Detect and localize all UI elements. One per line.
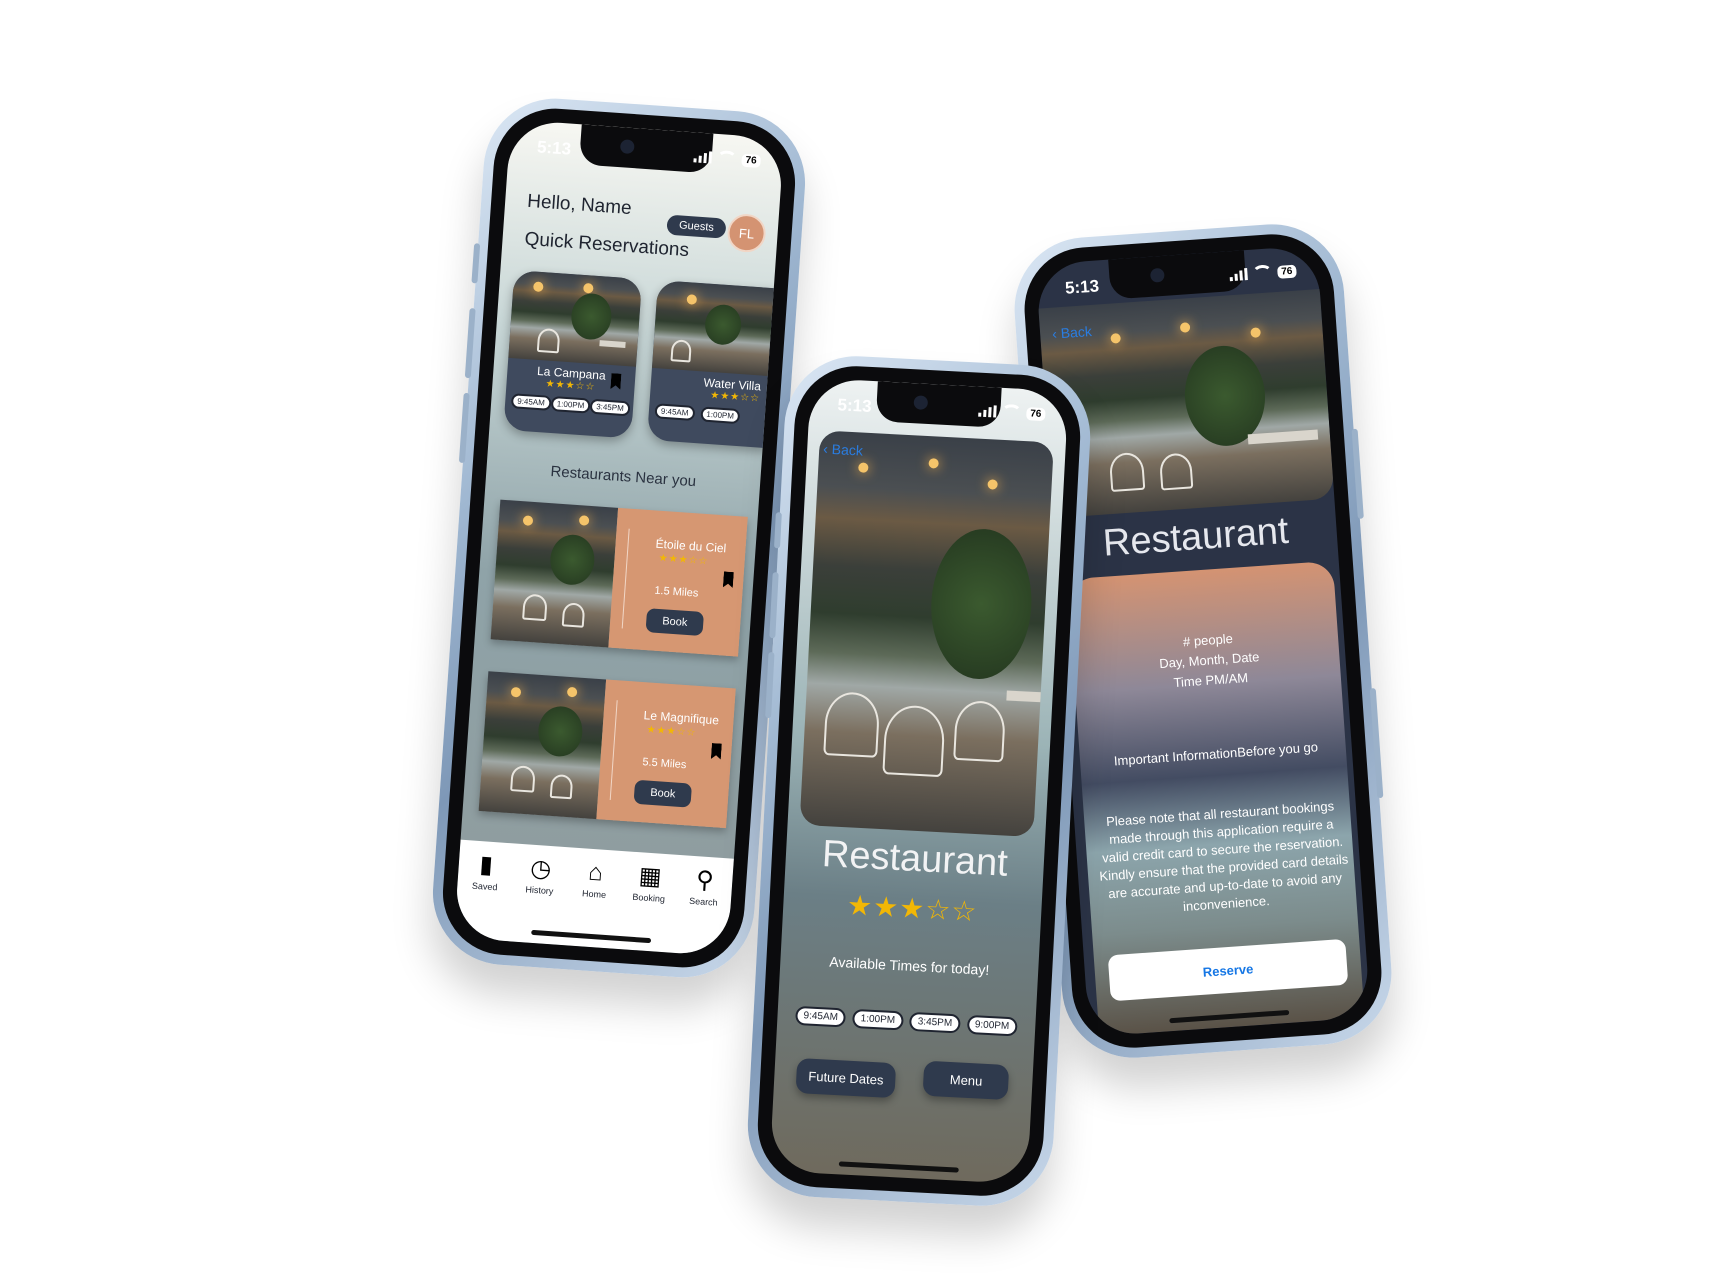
- signal-icon: [693, 150, 713, 164]
- avatar[interactable]: FL: [726, 212, 767, 254]
- status-icons: 76: [1229, 263, 1297, 284]
- back-label: Back: [831, 440, 864, 459]
- status-time: 5:13: [837, 395, 873, 416]
- clock-icon: ◷: [529, 854, 553, 884]
- tab-label: Saved: [471, 880, 498, 893]
- phone-home: 5:13 76 Hello, Name Quick Reservations G…: [428, 93, 810, 983]
- battery-icon: 76: [1276, 264, 1297, 279]
- back-label: Back: [1060, 323, 1093, 342]
- time-chip[interactable]: 1:00PM: [699, 406, 741, 425]
- rating-stars: ★★★☆☆: [846, 889, 979, 928]
- time-chip[interactable]: 9:45AM: [795, 1005, 847, 1028]
- distance-label: 1.5 Miles: [653, 584, 699, 600]
- restaurant-photo: [478, 671, 607, 820]
- home-indicator: [838, 1161, 959, 1173]
- restaurant-photo: [651, 280, 778, 377]
- chevron-left-icon: ‹: [822, 440, 829, 457]
- status-icons: 76: [978, 403, 1046, 422]
- detail-screen: 5:13 76 ‹ Back Restaurant ★★★☆☆ Availabl…: [769, 377, 1069, 1185]
- info-title: Important InformationBefore you go: [1113, 739, 1319, 769]
- book-button[interactable]: Book: [645, 608, 705, 637]
- menu-button[interactable]: Menu: [923, 1060, 1010, 1101]
- search-icon: ⚲: [695, 866, 715, 895]
- status-time: 5:13: [536, 137, 572, 159]
- greeting: Hello, Name: [526, 190, 633, 220]
- battery-icon: 76: [741, 153, 762, 168]
- bookmark-icon: ▮: [478, 851, 494, 879]
- back-link[interactable]: ‹ Back: [823, 441, 863, 459]
- bookmark-icon[interactable]: [711, 743, 722, 760]
- tab-saved[interactable]: ▮ Saved: [456, 850, 512, 941]
- time-chip[interactable]: 9:45AM: [510, 393, 552, 411]
- home-icon: ⌂: [587, 858, 604, 887]
- restaurant-photo: [799, 430, 1054, 838]
- tab-label: History: [525, 884, 554, 897]
- battery-icon: 76: [1025, 406, 1046, 421]
- rating-stars: ★★★☆☆: [658, 552, 709, 568]
- booking-screen: 5:13 76 ‹ Back Restaurant # people Day, …: [1035, 245, 1371, 1037]
- near-card[interactable]: Le Magnifique ★★★☆☆ 5.5 Miles Book: [478, 671, 736, 829]
- info-body: Please note that all restaurant bookings…: [1098, 798, 1349, 915]
- tab-label: Home: [581, 888, 607, 900]
- wifi-icon: [1000, 403, 1022, 421]
- quick-reservations-title: Quick Reservations: [523, 228, 690, 262]
- time-chip[interactable]: 9:00PM: [966, 1014, 1018, 1037]
- chevron-left-icon: ‹: [1051, 325, 1058, 342]
- restaurant-photo: [490, 499, 619, 648]
- signal-icon: [978, 405, 997, 418]
- book-button[interactable]: Book: [633, 779, 693, 808]
- booking-details-panel: # people Day, Month, Date Time PM/AM Imp…: [1067, 560, 1365, 1037]
- time-chip[interactable]: 1:00PM: [550, 395, 591, 414]
- home-screen: 5:13 76 Hello, Name Quick Reservations G…: [453, 119, 785, 957]
- restaurant-photo: [508, 270, 643, 367]
- available-times-label: Available Times for today!: [828, 953, 990, 978]
- back-link[interactable]: ‹ Back: [1052, 323, 1093, 342]
- phone-detail: 5:13 76 ‹ Back Restaurant ★★★☆☆ Availabl…: [744, 352, 1094, 1210]
- quick-card[interactable]: La Campana ★★★☆☆ 9:45AM 1:00PM 3:45PM: [503, 270, 643, 439]
- future-dates-button[interactable]: Future Dates: [795, 1058, 897, 1099]
- tab-label: Search: [688, 895, 718, 908]
- time-chip[interactable]: 3:45PM: [589, 398, 631, 417]
- time-chip[interactable]: 1:00PM: [852, 1008, 904, 1031]
- bookmark-icon[interactable]: [723, 571, 734, 588]
- reserve-button[interactable]: Reserve: [1107, 938, 1349, 1002]
- tab-label: Booking: [632, 891, 666, 905]
- restaurant-title: Restaurant: [1101, 509, 1290, 565]
- time-chip[interactable]: 3:45PM: [909, 1011, 961, 1034]
- booking-icon: ▦: [637, 862, 663, 891]
- status-time: 5:13: [1064, 276, 1100, 298]
- signal-icon: [1229, 268, 1248, 282]
- wifi-icon: [1251, 264, 1273, 282]
- wifi-icon: [716, 149, 738, 168]
- distance-label: 5.5 Miles: [642, 756, 687, 772]
- rating-stars: ★★★☆☆: [646, 724, 697, 739]
- near-title: Restaurants Near you: [549, 463, 697, 491]
- restaurant-title: Restaurant: [820, 833, 1009, 885]
- quick-card[interactable]: Water Villa ★★★☆☆ 9:45AM 1:00PM: [646, 280, 778, 449]
- tab-search[interactable]: ⚲ Search: [675, 865, 731, 956]
- near-card[interactable]: Étoile du Ciel ★★★☆☆ 1.5 Miles Book: [490, 499, 748, 657]
- time-chip[interactable]: 9:45AM: [654, 403, 695, 421]
- guests-button[interactable]: Guests: [666, 214, 727, 239]
